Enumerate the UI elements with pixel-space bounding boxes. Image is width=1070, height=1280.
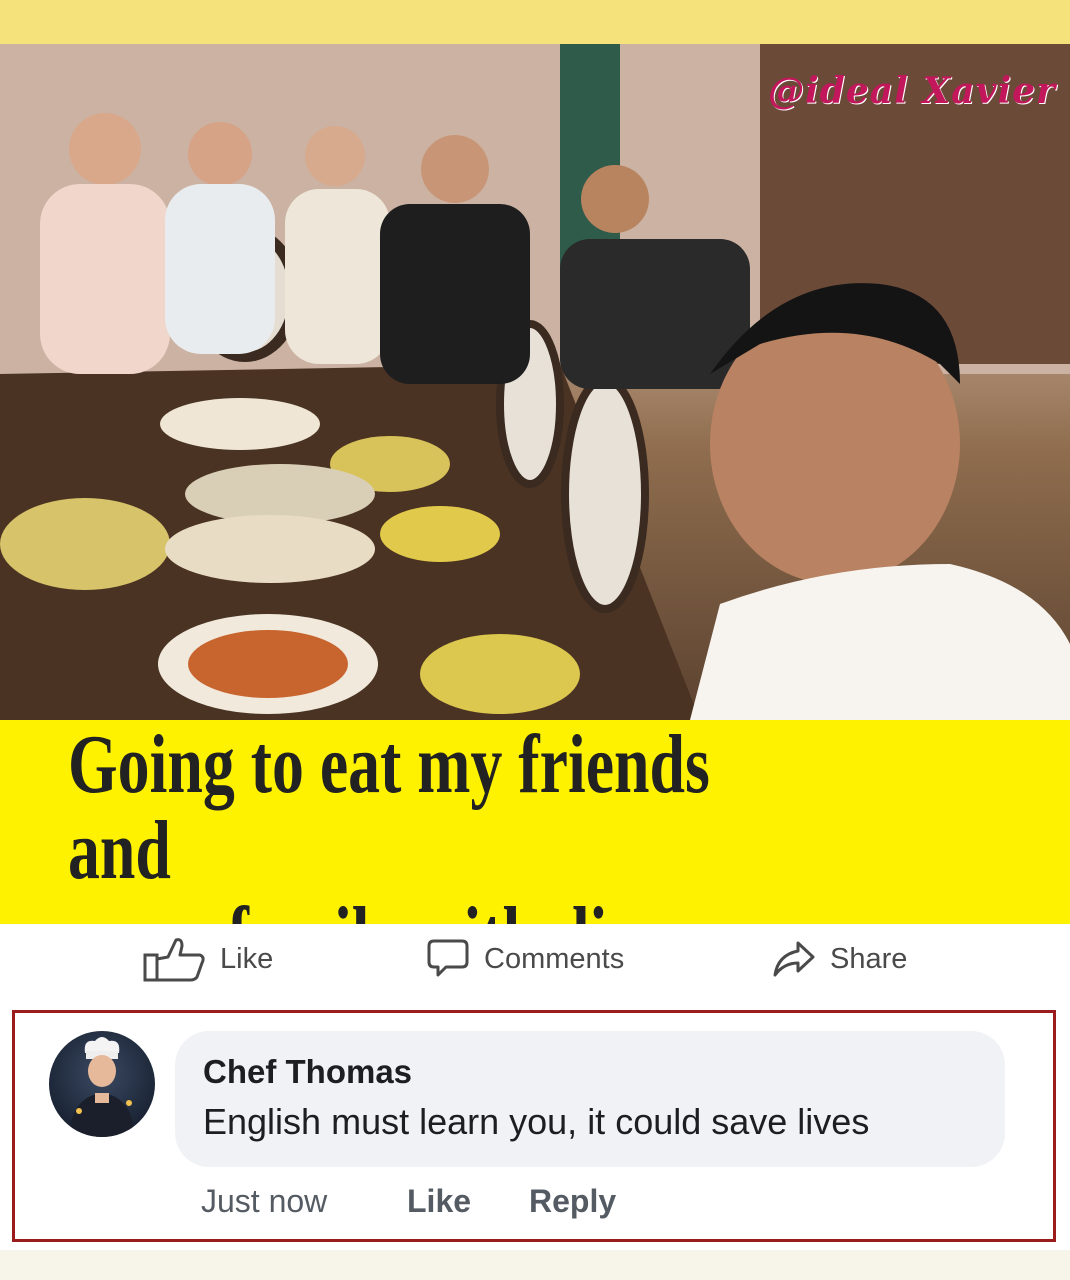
dinner-group-photo [0, 44, 1070, 720]
caption-line-1: Going to eat my friends and [68, 718, 710, 897]
share-label: Share [830, 942, 908, 975]
comment-reply-button[interactable]: Reply [529, 1183, 616, 1220]
comments-button[interactable]: Comments [426, 938, 624, 980]
comment-like-button[interactable]: Like [407, 1183, 471, 1220]
share-button[interactable]: Share [772, 938, 907, 980]
like-button[interactable]: Like [142, 938, 274, 982]
comments-label: Comments [484, 942, 625, 975]
avatar[interactable] [49, 1031, 155, 1137]
share-arrow-icon [773, 941, 815, 977]
bottom-strip [0, 1250, 1070, 1280]
watermark: @ideal Xavier [767, 70, 1056, 112]
post-photo[interactable]: @ideal Xavier [0, 44, 1070, 720]
top-strip [0, 0, 1070, 44]
comment-bubble-icon [427, 939, 469, 977]
like-label: Like [220, 942, 274, 975]
comment-bubble: Chef Thomas English must learn you, it c… [175, 1031, 1005, 1167]
caption-banner: Going to eat my friends and family with … [0, 718, 1070, 980]
comment-highlight-frame: Chef Thomas English must learn you, it c… [12, 1010, 1056, 1242]
comment-timestamp[interactable]: Just now [201, 1183, 327, 1220]
comment-text: English must learn you, it could save li… [203, 1101, 870, 1142]
thumbs-up-icon [143, 938, 205, 982]
post-action-bar: Like Comments Share [0, 924, 1070, 1004]
chef-avatar-icon [69, 1037, 135, 1137]
comment-author[interactable]: Chef Thomas [203, 1053, 412, 1091]
